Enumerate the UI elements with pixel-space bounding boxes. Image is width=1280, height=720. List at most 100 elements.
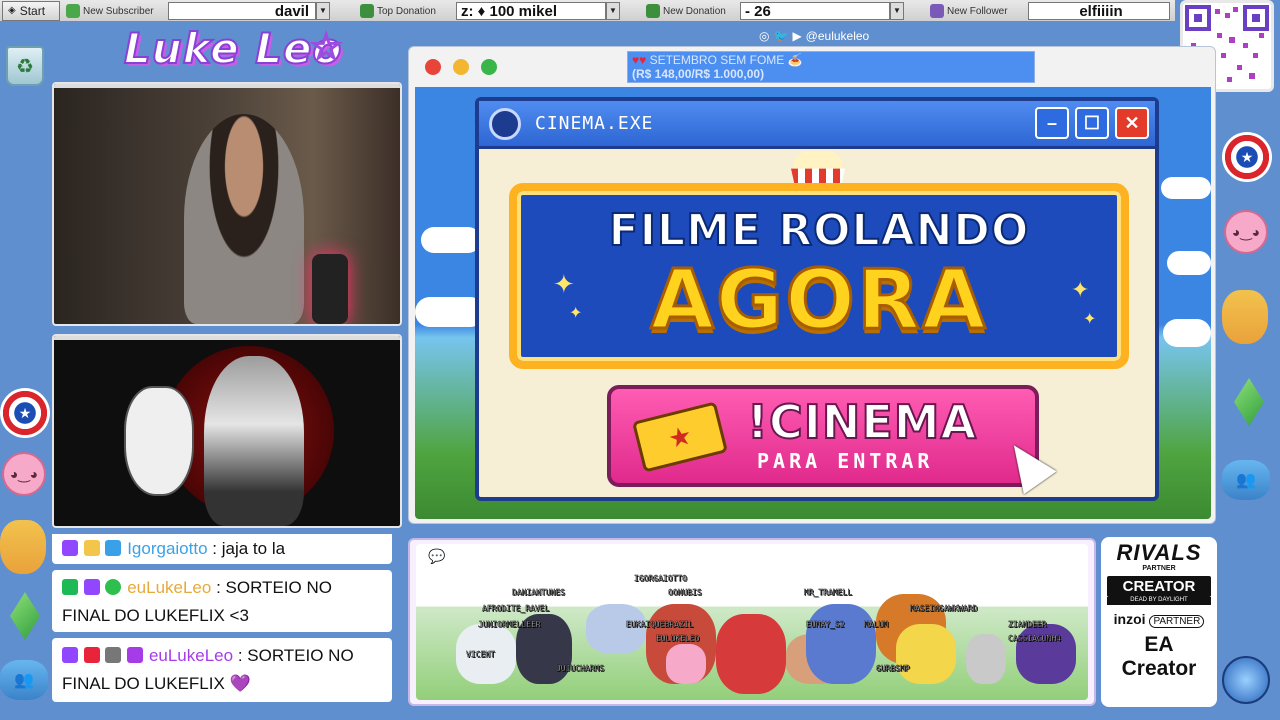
youtube-badge-icon: [83, 647, 100, 663]
kick-badge-icon: [62, 579, 78, 595]
subscriber-icon: [66, 4, 80, 18]
sparkle-icon: ✦: [569, 305, 583, 322]
start-button[interactable]: ◈ Start: [2, 0, 60, 21]
pokemon-sprite: [586, 604, 646, 654]
pokemon-name: AFRODITE_RAVEL: [482, 604, 550, 613]
chevron-down-icon[interactable]: ▼: [606, 2, 620, 20]
chat-username[interactable]: euLukeLeo: [149, 646, 233, 665]
new-donation-segment: New Donation: [646, 0, 726, 22]
windows-start-orb-icon[interactable]: [1222, 656, 1270, 704]
star-icon: ☆: [309, 25, 343, 68]
sponsor-panel: RIVALS PARTNER CREATOR DEAD BY DAYLIGHT …: [1101, 537, 1217, 707]
chevron-down-icon[interactable]: ▼: [890, 2, 904, 20]
new-follower-value: elfiiiin: [1028, 2, 1170, 20]
prime-badge-icon: [105, 540, 122, 556]
ea-creator-logo: EA Creator: [1121, 633, 1197, 680]
creator-logo: CREATOR: [1107, 576, 1211, 597]
mod-badge-icon: [127, 647, 144, 663]
pokemon-sprite: [966, 634, 1006, 684]
heart-icon: ♥♥: [632, 53, 647, 67]
new-follower-label: New Follower: [947, 5, 1008, 17]
sims-plumbob-icon: [1234, 378, 1264, 426]
new-subscriber-value: davil: [168, 2, 316, 20]
sparkle-icon: ✦: [553, 269, 575, 299]
pokemon-name: ZIANDEER: [1008, 620, 1047, 629]
recycle-bin-icon[interactable]: ♻: [6, 46, 44, 86]
sims-plumbob-icon: [10, 592, 40, 640]
pokemon-name: JUNIORMELLEER: [478, 620, 541, 629]
window-bar: [54, 336, 400, 340]
minimize-window-icon[interactable]: [453, 59, 469, 75]
new-donation-label: New Donation: [663, 5, 726, 17]
window-bar: [54, 84, 400, 88]
close-window-icon[interactable]: [425, 59, 441, 75]
start-label: Start: [19, 3, 46, 18]
close-button[interactable]: ✕: [1115, 107, 1149, 139]
chat-message: Igorgaiotto : jaja to la: [52, 534, 392, 564]
streamer: [184, 114, 304, 324]
pokemon-sprite: [806, 604, 876, 684]
goal-progress: (R$ 148,00/R$ 1.000,00): [632, 67, 765, 81]
jigglypuff-icon: ◕‿◕: [2, 452, 46, 496]
pokemon-name: CASSIACUNH4: [1008, 634, 1061, 643]
inzoi-text: inzoi: [1113, 611, 1146, 627]
follower-icon: [930, 4, 944, 18]
chat-message: euLukeLeo : SORTEIO NO FINAL DO LUKEFLIX…: [52, 638, 392, 702]
pokemon-viewers-area: 💬 IGORGAIOTTO DANIANTUNES OONUBIS AFRODI…: [408, 538, 1096, 706]
cloud: [1161, 177, 1211, 199]
inzoi-partner: PARTNER: [1149, 615, 1205, 628]
msn-people-icon: 👥: [1222, 460, 1270, 500]
captain-shield-icon: ★: [1222, 132, 1272, 182]
pokemon-name: MALUM: [864, 620, 889, 629]
pokemon-sprite: [896, 624, 956, 684]
chat-text: : jaja to la: [212, 539, 286, 558]
cinema-window-title: CINEMA.EXE: [535, 113, 654, 134]
headline-line-2: AGORA: [649, 252, 988, 350]
cloud: [1163, 319, 1211, 347]
donation-icon: [360, 4, 374, 18]
marvel-rivals-sub: PARTNER: [1142, 565, 1176, 572]
fox-mask-art: [124, 386, 194, 496]
pokemon-name: JUJUCHARMS: [556, 664, 605, 673]
chat-panel: Igorgaiotto : jaja to la euLukeLeo : SOR…: [52, 534, 398, 706]
chevron-down-icon[interactable]: ▼: [316, 2, 330, 20]
character-face-icon: [1222, 290, 1268, 344]
new-follower-segment: New Follower: [930, 0, 1008, 22]
chat-bubble-icon: 💬: [428, 548, 446, 564]
creator-sub: DEAD BY DAYLIGHT: [1107, 597, 1211, 605]
chat-username[interactable]: Igorgaiotto: [127, 539, 207, 558]
command-text: !CINEMA: [746, 394, 978, 450]
command-subtext: PARA ENTRAR: [757, 449, 934, 473]
food-icon: 🍝: [787, 53, 803, 67]
twitch-badge-icon: [62, 647, 78, 663]
maximize-window-icon[interactable]: [481, 59, 497, 75]
maximize-button[interactable]: ☐: [1075, 107, 1109, 139]
minimize-button[interactable]: –: [1035, 107, 1069, 139]
msn-people-icon: 👥: [0, 660, 48, 700]
pokemon-name: EUKAIQUEBRAZIL: [626, 620, 694, 629]
windows-logo-icon: ◈: [8, 5, 16, 16]
social-links: ◎ 🐦 ▶ @eulukeleo: [759, 25, 869, 47]
main-window: ♥♥ SETEMBRO SEM FOME 🍝 (R$ 148,00/R$ 1.0…: [408, 29, 1216, 524]
purple-heart-emote: 💜: [229, 674, 251, 693]
anime-girl-art: [204, 356, 304, 526]
pokemon-name: EUMAY_S2: [806, 620, 845, 629]
youtube-icon: ▶: [792, 29, 802, 43]
chat-username[interactable]: euLukeLeo: [127, 578, 211, 597]
sky-scene: CINEMA.EXE – ☐ ✕ FILME ROLANDO AGORA ✦ ✦…: [415, 87, 1211, 519]
marvel-rivals-logo: RIVALS: [1116, 540, 1202, 565]
microphone-icon: [312, 254, 348, 324]
film-reel-icon: [489, 107, 521, 140]
streamer-webcam: [52, 82, 402, 326]
pokemon-sprite: [1016, 624, 1076, 684]
jigglypuff-icon: ◕‿◕: [1224, 210, 1268, 254]
cinema-command-button[interactable]: ★ !CINEMA PARA ENTRAR: [607, 385, 1039, 487]
donation-goal: ♥♥ SETEMBRO SEM FOME 🍝 (R$ 148,00/R$ 1.0…: [627, 51, 1035, 83]
artwork-panel: [52, 334, 402, 528]
top-donation-value: z: ♦ 100 mikel: [456, 2, 606, 20]
pokemon-name: MR_TRAMELL: [804, 588, 853, 597]
cloud: [421, 227, 481, 253]
new-subscriber-label: New Subscriber: [83, 5, 154, 17]
character-face-icon: [0, 520, 46, 574]
taskbar: ◈ Start New Subscriber davil ▼ Top Donat…: [0, 0, 1175, 22]
